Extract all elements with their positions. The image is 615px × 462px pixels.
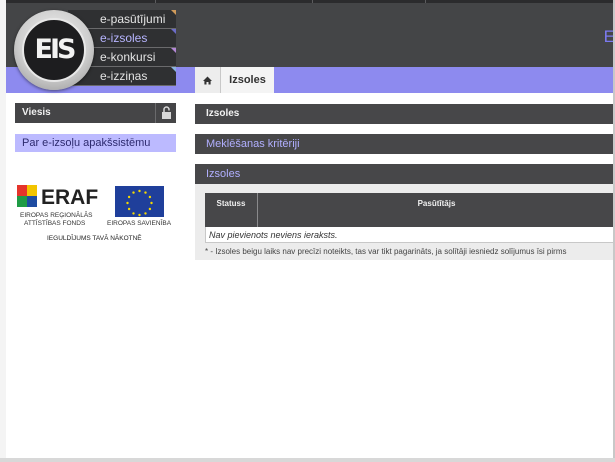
tab-izsoles[interactable]: Izsoles <box>221 67 274 93</box>
home-icon <box>203 76 212 85</box>
browser-viewport: E EIS e-pasūtījumi e-izsoles e-konkursi … <box>0 0 615 462</box>
column-header-customer[interactable]: Pasūtītājs <box>258 193 615 227</box>
eis-logo-mark: EIS <box>22 18 86 82</box>
menu-item-label: e-izsoles <box>100 31 148 45</box>
page-title: Izsoles <box>195 104 615 124</box>
menu-corner-marker <box>171 67 176 72</box>
strip-divider <box>425 0 426 3</box>
eraf-logo-block: ERAF EIROPAS REĢIONĀLĀS ATTĪSTĪBAS FONDS… <box>15 183 180 248</box>
strip-divider <box>312 0 313 3</box>
menu-item-label: e-izziņas <box>100 69 148 83</box>
empty-table-message: Nav pievienots neviens ieraksts. <box>205 227 615 243</box>
strip-divider <box>155 0 156 3</box>
menu-corner-marker <box>171 48 176 53</box>
top-strip <box>0 0 615 3</box>
table-header: Statuss Pasūtītājs <box>205 193 615 227</box>
column-header-status[interactable]: Statuss <box>205 193 258 227</box>
eis-logo[interactable]: EIS <box>14 10 94 90</box>
eraf-fund-line1: EIROPAS REĢIONĀLĀS <box>20 211 93 219</box>
eraf-fund-line2: ATTĪSTĪBAS FONDS <box>24 219 86 227</box>
user-panel: Viesis <box>15 103 176 123</box>
auctions-table: Statuss Pasūtītājs Nav pievienots nevien… <box>205 193 615 243</box>
user-name: Viesis <box>22 107 51 118</box>
menu-item-label: e-konkursi <box>100 50 156 64</box>
window-edge-bottom <box>0 458 615 462</box>
eraf-text: ERAF <box>41 186 98 209</box>
login-button[interactable] <box>155 103 176 123</box>
lock-icon <box>162 106 171 119</box>
tab-home[interactable] <box>195 67 221 93</box>
eraf-logo: ERAF EIROPAS REĢIONĀLĀS ATTĪSTĪBAS FONDS… <box>17 185 172 242</box>
search-criteria-toggle[interactable]: Meklēšanas kritēriji <box>195 134 615 154</box>
eu-label: EIROPAS SAVIENĪBA <box>107 219 172 227</box>
menu-item-label: e-pasūtījumi <box>100 12 166 26</box>
auctions-list-header: Izsoles <box>195 164 615 184</box>
footnote: * - Izsoles beigu laiks nav precīzi note… <box>205 247 567 256</box>
window-edge-left <box>0 0 6 462</box>
about-subsystem-link[interactable]: Par e-izsoļu apakšsistēmu <box>15 134 176 152</box>
menu-corner-marker <box>171 29 176 34</box>
eis-logo-text: EIS <box>34 34 77 65</box>
menu-corner-marker <box>171 10 176 15</box>
eraf-slogan: IEGULDĪJUMS TAVĀ NĀKOTNĒ <box>47 234 142 242</box>
